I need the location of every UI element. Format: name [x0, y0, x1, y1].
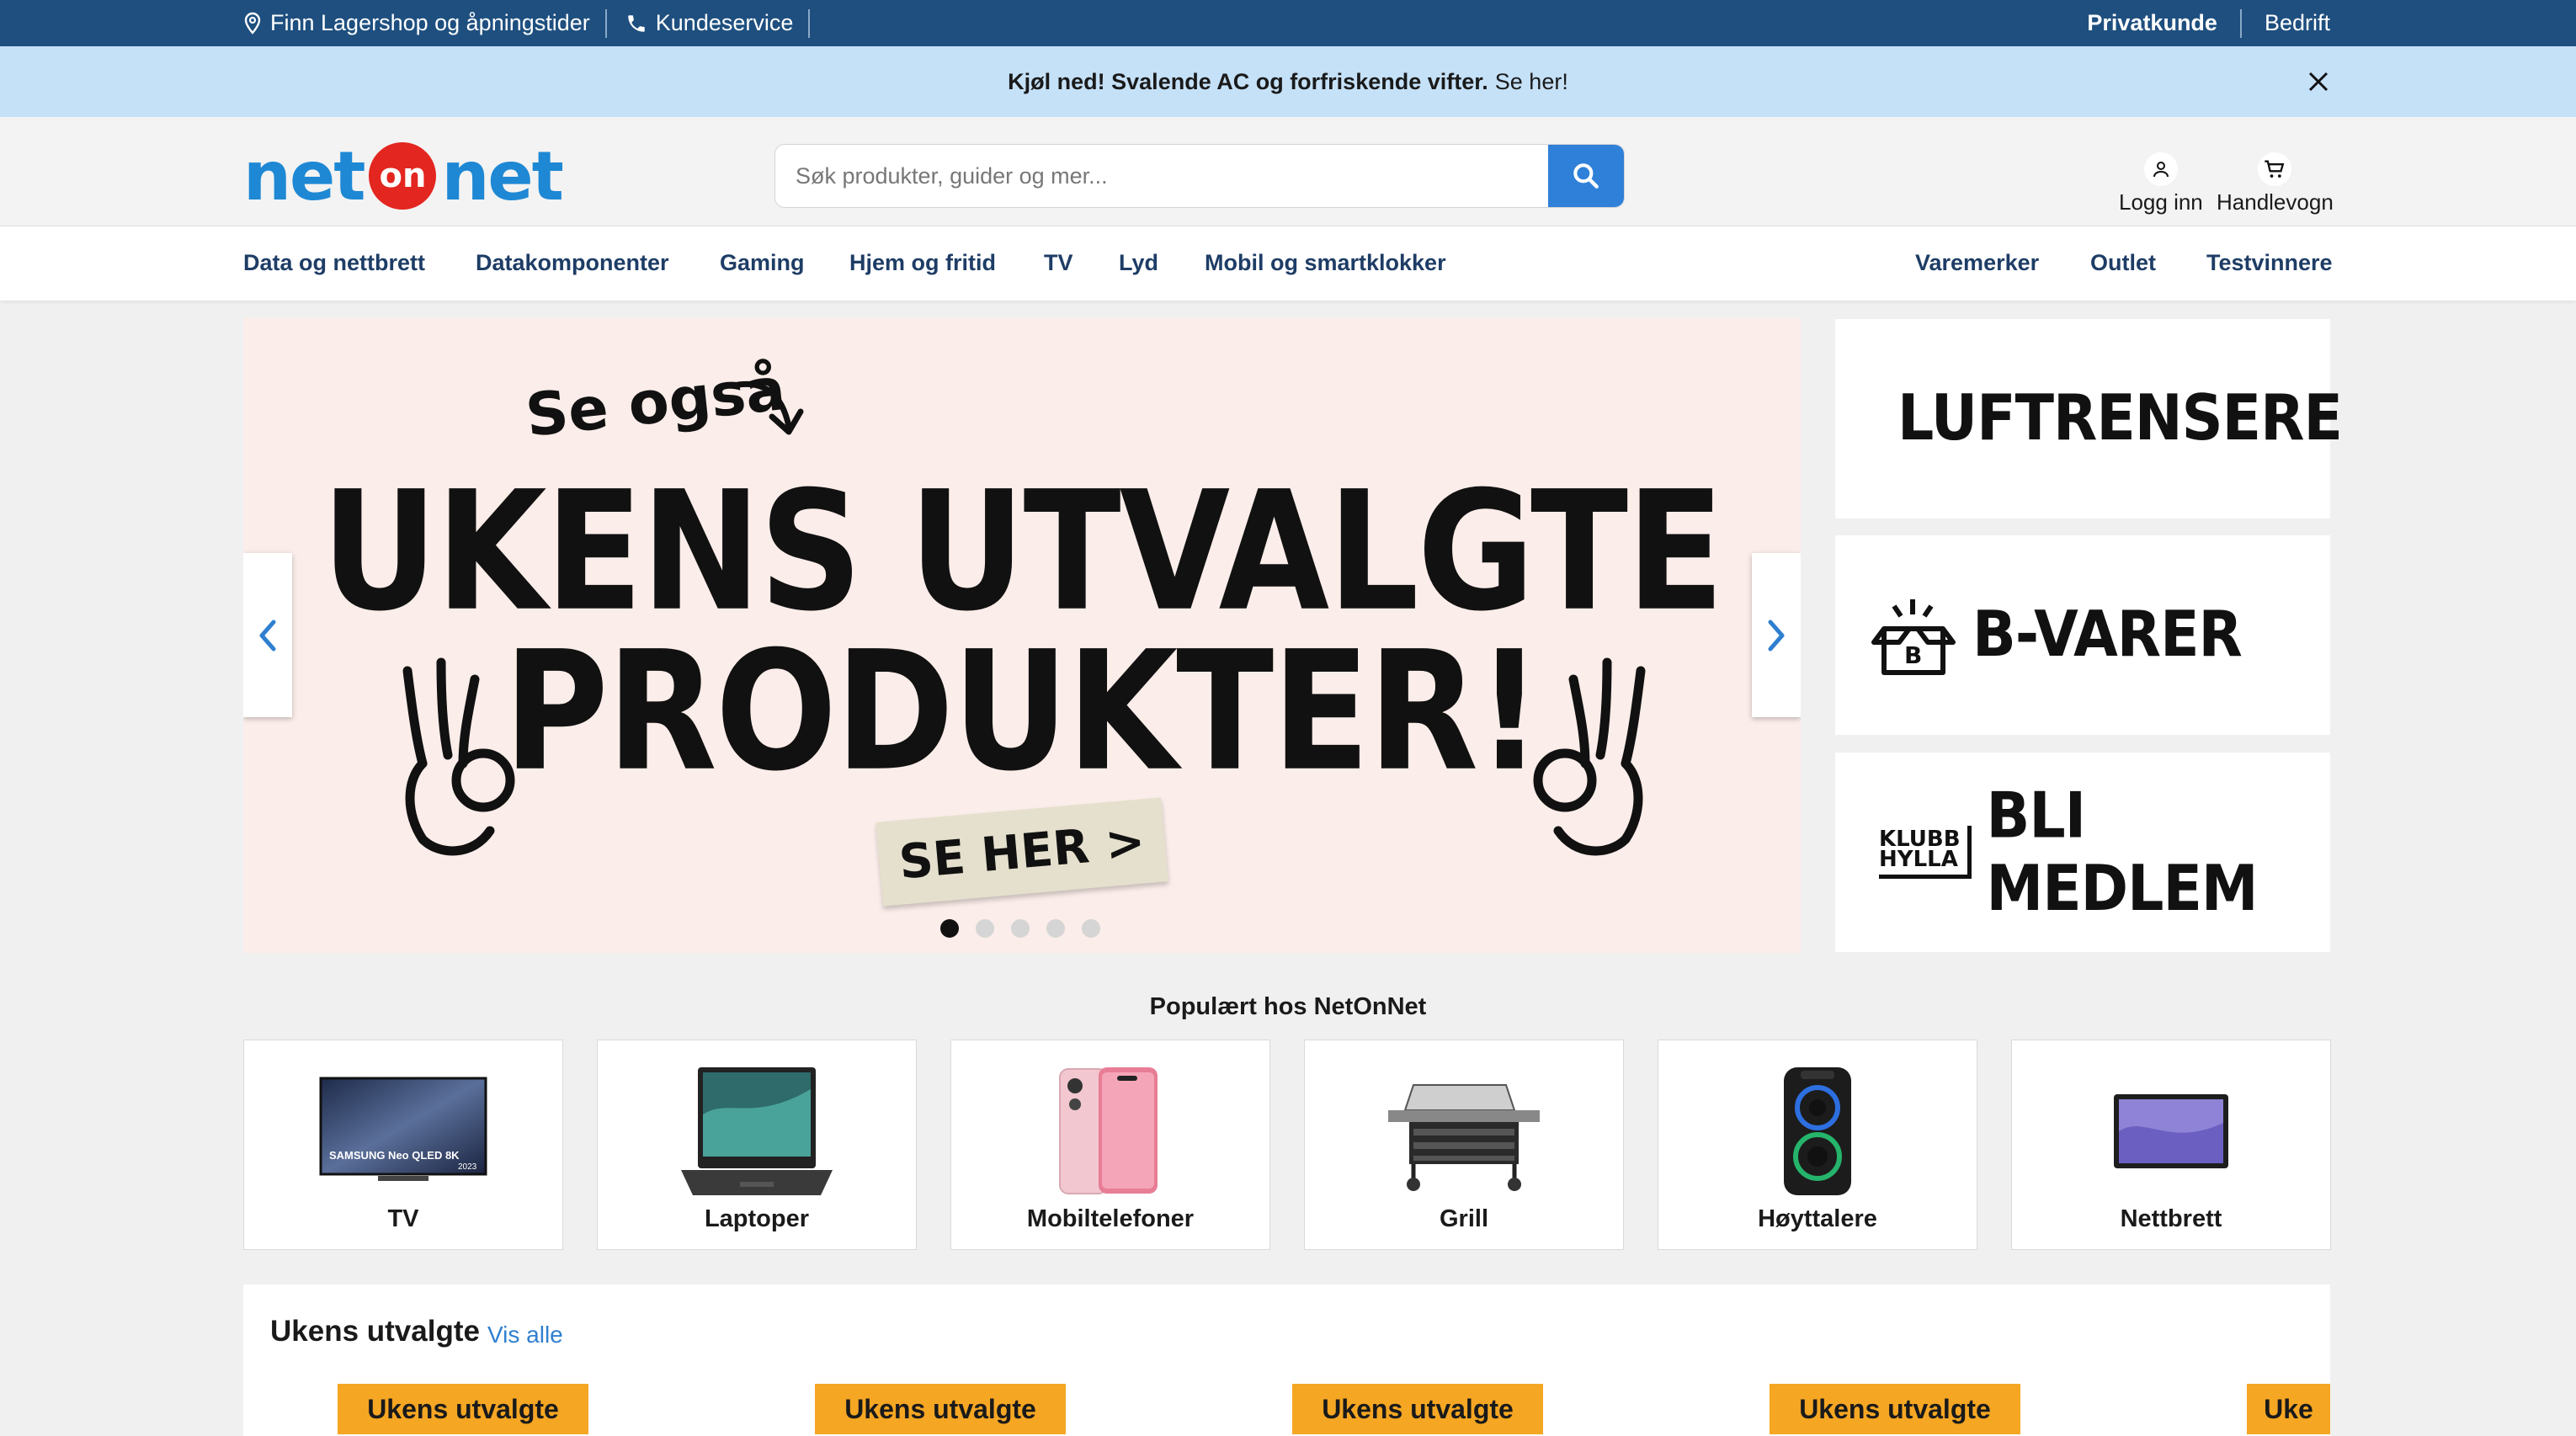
klubb-hylla-logo: KLUBB HYLLA: [1879, 826, 1972, 879]
popular-section-title: Populært hos NetOnNet: [1149, 993, 1427, 1020]
private-customer-link[interactable]: Privatkunde: [2087, 10, 2217, 36]
tv-year-text: 2023: [458, 1162, 477, 1172]
store-finder-label: Finn Lagershop og åpningstider: [270, 10, 590, 35]
promo-text: Kjøl ned! Svalende AC og forfriskende vi…: [1008, 68, 1488, 94]
carousel-pagination: [940, 919, 1100, 938]
nav-item-datakomponenter[interactable]: Datakomponenter: [476, 250, 669, 276]
tile-label: B-VARER: [1972, 598, 2243, 672]
svg-text:B: B: [1904, 641, 1922, 669]
grill-image: [1371, 1064, 1557, 1199]
login-label: Logg inn: [2119, 189, 2203, 215]
promo-link[interactable]: Se her!: [1495, 69, 1568, 95]
business-link[interactable]: Bedrift: [2265, 10, 2330, 36]
tablet-image: [2078, 1064, 2264, 1199]
top-utility-bar: Finn Lagershop og åpningstider Kundeserv…: [0, 0, 2576, 46]
site-header: net on net Logg inn Handlevogn: [0, 117, 2576, 226]
curved-arrow-icon: [735, 380, 804, 435]
tv-brand-text: SAMSUNG Neo QLED 8K: [329, 1149, 460, 1162]
weekly-pick-badge: Ukens utvalgte: [338, 1384, 588, 1434]
carousel-dot[interactable]: [1046, 919, 1065, 938]
category-label: TV: [387, 1205, 419, 1232]
nav-item-mobil-og-smartklokker[interactable]: Mobil og smartklokker: [1205, 250, 1446, 276]
carousel-dot[interactable]: [1011, 919, 1030, 938]
chevron-right-icon: [1768, 620, 1785, 651]
store-finder-link[interactable]: Finn Lagershop og åpningstider: [243, 10, 605, 36]
weekly-pick-badge: Ukens utvalgte: [1292, 1384, 1543, 1434]
category-label: Høyttalere: [1758, 1205, 1877, 1232]
category-card-nettbrett[interactable]: Nettbrett: [2011, 1040, 2331, 1250]
customer-service-link[interactable]: Kundeservice: [625, 10, 809, 36]
category-card-laptoper[interactable]: Laptoper: [597, 1040, 917, 1250]
tile-label: LUFTRENSERE: [1897, 382, 2343, 455]
weekly-picks-section: Ukens utvalgte Vis alle Ukens utvalgte U…: [243, 1284, 2330, 1436]
nav-item-hjem-og-fritid[interactable]: Hjem og fritid: [849, 250, 996, 276]
weekly-pick-badge: Ukens utvalgte: [815, 1384, 1066, 1434]
search-icon: [1573, 163, 1599, 189]
promo-banner: Kjøl ned! Svalende AC og forfriskende vi…: [0, 46, 2576, 117]
divider: [604, 8, 607, 38]
nav-item-data-og-nettbrett[interactable]: Data og nettbrett: [243, 250, 425, 276]
search-input[interactable]: [775, 145, 1548, 207]
tile-label: BLI MEDLEM: [1986, 779, 2259, 926]
weekly-pick-badge: Uke: [2247, 1384, 2330, 1434]
cart-button[interactable]: Handlevogn: [2217, 152, 2334, 215]
nav-item-lyd[interactable]: Lyd: [1119, 250, 1158, 276]
nav-item-testvinnere[interactable]: Testvinnere: [2206, 250, 2333, 276]
weekly-pick-badge: Ukens utvalgte: [1770, 1384, 2020, 1434]
hero-carousel[interactable]: Se også UKENS UTVALGTE PRODUKTER! SE HER…: [243, 317, 1801, 953]
divider: [2239, 8, 2242, 38]
netonnet-logo[interactable]: net on net: [243, 137, 564, 215]
category-label: Laptoper: [704, 1205, 810, 1232]
search-bar: [774, 144, 1625, 208]
category-label: Mobiltelefoner: [1026, 1205, 1195, 1232]
open-box-icon: B: [1871, 599, 1956, 675]
carousel-prev-button[interactable]: [243, 553, 292, 717]
logo-net-left: net: [243, 136, 365, 215]
category-card-grill[interactable]: Grill: [1304, 1040, 1624, 1250]
cart-label: Handlevogn: [2217, 189, 2334, 215]
nav-item-gaming[interactable]: Gaming: [720, 250, 805, 276]
customer-service-label: Kundeservice: [655, 10, 794, 35]
divider: [808, 8, 811, 38]
ok-hand-icon: [402, 657, 515, 856]
carousel-next-button[interactable]: [1752, 553, 1801, 717]
category-card-mobiltelefoner[interactable]: Mobiltelefoner: [950, 1040, 1270, 1250]
cart-icon: [2258, 152, 2292, 186]
speaker-image: [1725, 1064, 1910, 1199]
close-icon[interactable]: [2305, 68, 2332, 95]
laptop-image: [664, 1064, 849, 1199]
promo-tile-luftrensere[interactable]: LUFTRENSERE: [1835, 319, 2343, 519]
promo-tile-bli-medlem[interactable]: KLUBB HYLLA BLI MEDLEM: [1835, 753, 2330, 952]
user-icon: [2143, 152, 2178, 186]
nav-item-tv[interactable]: TV: [1044, 250, 1073, 276]
nav-item-varemerker[interactable]: Varemerker: [1915, 250, 2039, 276]
category-card-tv[interactable]: SAMSUNG Neo QLED 8K 2023 TV: [243, 1040, 563, 1250]
logo-on-circle: on: [369, 142, 437, 210]
carousel-dot[interactable]: [940, 919, 959, 938]
nav-item-outlet[interactable]: Outlet: [2090, 250, 2156, 276]
ok-hand-icon: [1533, 657, 1646, 856]
category-label: Grill: [1439, 1205, 1488, 1232]
category-card-hoyttalere[interactable]: Høyttalere: [1658, 1040, 1977, 1250]
main-navigation: Data og nettbrett Datakomponenter Gaming…: [0, 226, 2576, 300]
category-label: Nettbrett: [2120, 1205, 2222, 1232]
see-all-link[interactable]: Vis alle: [487, 1322, 563, 1348]
tv-image: SAMSUNG Neo QLED 8K 2023: [311, 1064, 496, 1199]
logo-net-right: net: [441, 136, 563, 215]
search-button[interactable]: [1548, 145, 1624, 207]
mobile-phone-image: [1018, 1064, 1203, 1199]
promo-tile-b-varer[interactable]: B B-VARER: [1835, 535, 2330, 735]
login-button[interactable]: Logg inn: [2119, 152, 2203, 215]
klubb-hylla-logo-line2: HYLLA: [1879, 847, 1958, 872]
phone-icon: [628, 14, 645, 32]
location-pin-icon: [244, 12, 261, 35]
weekly-picks-title: Ukens utvalgte: [270, 1315, 480, 1348]
carousel-dot[interactable]: [976, 919, 994, 938]
hero-cta-button[interactable]: SE HER >: [876, 797, 1168, 907]
carousel-dot[interactable]: [1082, 919, 1100, 938]
chevron-left-icon: [259, 620, 276, 651]
